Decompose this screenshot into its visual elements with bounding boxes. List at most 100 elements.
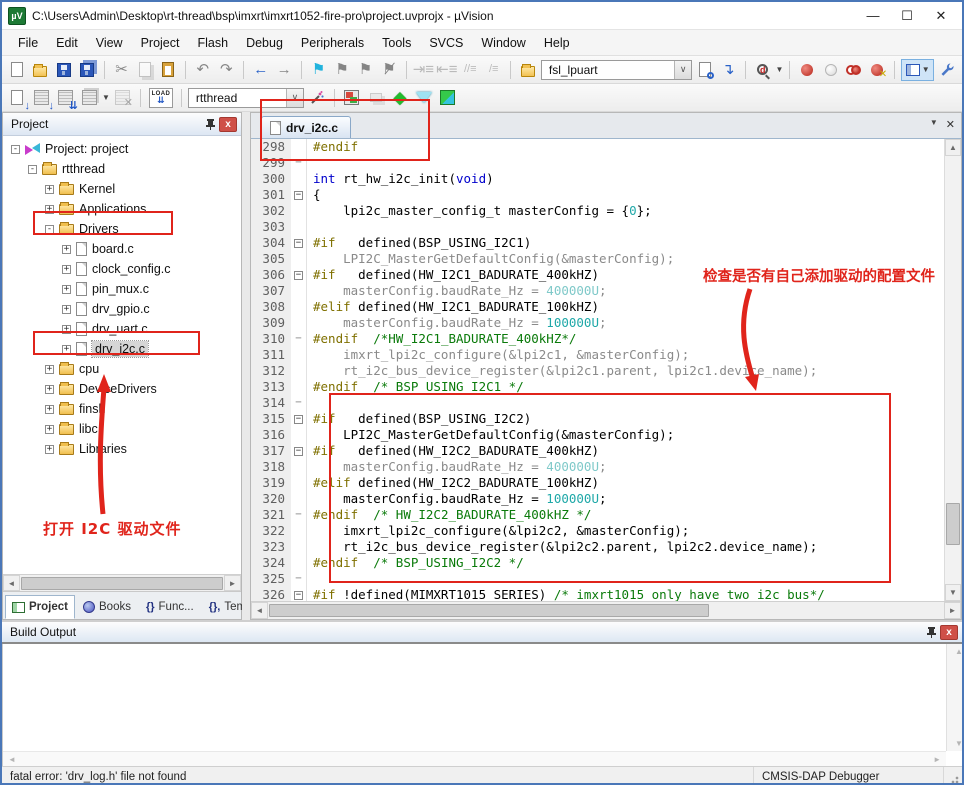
build-output-vertical-scrollbar[interactable]: ▲ ▼	[946, 644, 962, 751]
pack-installer-button[interactable]	[437, 87, 459, 109]
target-options-button[interactable]	[306, 87, 328, 109]
scrollbar-thumb[interactable]	[946, 503, 960, 545]
comment-button[interactable]: //≡	[460, 59, 481, 81]
code-line-298[interactable]: 298#endif	[251, 139, 961, 155]
resize-grip[interactable]	[944, 767, 962, 785]
navigate-forward-button[interactable]: →	[273, 59, 294, 81]
workspace-tab-project[interactable]: Project	[5, 595, 75, 619]
scroll-left-icon[interactable]: ◄	[251, 602, 268, 619]
project-panel-close-button[interactable]: x	[219, 117, 237, 132]
goto-reference-button[interactable]: ↴	[718, 59, 739, 81]
pin-icon[interactable]	[201, 116, 219, 132]
scroll-up-icon[interactable]: ▲	[945, 139, 961, 156]
tree-item-libc[interactable]: +libc	[3, 419, 241, 439]
editor-tab-drv-i2c[interactable]: drv_i2c.c	[261, 116, 351, 138]
workspace-tab-books[interactable]: Books	[76, 595, 138, 619]
menu-item-svcs[interactable]: SVCS	[421, 33, 471, 53]
panel-splitter[interactable]	[242, 112, 250, 620]
fold-collapse-icon[interactable]: −	[291, 267, 307, 283]
code-line-324[interactable]: 324#endif /* BSP_USING_I2C2 */	[251, 555, 961, 571]
navigate-back-button[interactable]: ←	[250, 59, 271, 81]
code-line-323[interactable]: 323 rt_i2c_bus_device_register(&lpi2c2.p…	[251, 539, 961, 555]
code-line-319[interactable]: 319#elif defined(HW_I2C2_BADURATE_100kHZ…	[251, 475, 961, 491]
expand-icon[interactable]: +	[62, 325, 71, 334]
expand-icon[interactable]: +	[62, 265, 71, 274]
outdent-button[interactable]: ⇤≡	[436, 59, 457, 81]
expand-icon[interactable]: +	[45, 365, 54, 374]
configure-wrench-button[interactable]	[936, 59, 957, 81]
build-output-horizontal-scrollbar[interactable]: ◄ ►	[3, 751, 946, 766]
expand-icon[interactable]: +	[45, 425, 54, 434]
stop-build-button[interactable]: ✕	[112, 87, 134, 109]
expand-icon[interactable]: +	[62, 305, 71, 314]
code-line-310[interactable]: 310─#endif /*HW_I2C1_BADURATE_400kHZ*/	[251, 331, 961, 347]
code-line-301[interactable]: 301−{	[251, 187, 961, 203]
tree-item-project-project[interactable]: -Project: project	[3, 139, 241, 159]
tree-item-clock-config-c[interactable]: +clock_config.c	[3, 259, 241, 279]
scroll-left-icon[interactable]: ◄	[3, 575, 20, 591]
copy-button[interactable]	[134, 59, 155, 81]
batch-build-caret[interactable]: ▼	[102, 93, 110, 102]
fold-collapse-icon[interactable]: −	[291, 443, 307, 459]
collapse-icon[interactable]: -	[45, 225, 54, 234]
code-line-321[interactable]: 321─#endif /* HW_I2C2_BADURATE_400kHZ */	[251, 507, 961, 523]
menu-item-debug[interactable]: Debug	[238, 33, 291, 53]
manage-rte-button[interactable]: ◆	[389, 87, 411, 109]
code-line-325[interactable]: 325─	[251, 571, 961, 587]
menu-item-help[interactable]: Help	[536, 33, 578, 53]
menu-item-window[interactable]: Window	[473, 33, 533, 53]
fold-collapse-icon[interactable]: −	[291, 235, 307, 251]
code-line-326[interactable]: 326−#if !defined(MIMXRT1015_SERIES) /* i…	[251, 587, 961, 601]
tree-item-libraries[interactable]: +Libraries	[3, 439, 241, 459]
code-line-306[interactable]: 306−#if defined(HW_I2C1_BADURATE_400kHZ)	[251, 267, 961, 283]
code-line-322[interactable]: 322 imxrt_lpi2c_configure(&lpi2c2, &mast…	[251, 523, 961, 539]
code-line-303[interactable]: 303	[251, 219, 961, 235]
redo-button[interactable]: ↷	[216, 59, 237, 81]
search-combobox[interactable]: fsl_lpuart ∨	[541, 60, 692, 80]
code-line-299[interactable]: 299─	[251, 155, 961, 171]
code-line-320[interactable]: 320 masterConfig.baudRate_Hz = 100000U;	[251, 491, 961, 507]
load-flash-button[interactable]: LOAD⇊	[147, 87, 175, 109]
scroll-right-icon[interactable]: ►	[928, 755, 946, 764]
target-value[interactable]: rtthread	[189, 91, 286, 105]
enable-breakpoint-button[interactable]	[820, 59, 841, 81]
collapse-icon[interactable]: -	[28, 165, 37, 174]
code-editor[interactable]: 298#endif299─300int rt_hw_i2c_init(void)…	[251, 139, 961, 601]
scroll-left-icon[interactable]: ◄	[3, 755, 21, 764]
paste-button[interactable]	[158, 59, 179, 81]
tree-item-pin-mux-c[interactable]: +pin_mux.c	[3, 279, 241, 299]
search-dropdown-button[interactable]: ∨	[674, 61, 691, 79]
scroll-right-icon[interactable]: ►	[224, 575, 241, 591]
pin-icon[interactable]	[922, 624, 940, 640]
scrollbar-thumb[interactable]	[21, 577, 223, 590]
tree-item-applications[interactable]: +Applications	[3, 199, 241, 219]
workspace-tab-func-[interactable]: {}Func...	[139, 595, 201, 619]
minimize-button[interactable]: —	[858, 5, 888, 27]
menu-item-flash[interactable]: Flash	[189, 33, 236, 53]
tree-item-drv-uart-c[interactable]: +drv_uart.c	[3, 319, 241, 339]
tree-item-devicedrivers[interactable]: +DeviceDrivers	[3, 379, 241, 399]
previous-bookmark-button[interactable]: ⚑	[331, 59, 352, 81]
clear-bookmarks-button[interactable]: ⚑̸	[378, 59, 399, 81]
open-file-button[interactable]	[29, 59, 50, 81]
insert-breakpoint-button[interactable]	[796, 59, 817, 81]
expand-icon[interactable]: +	[45, 445, 54, 454]
code-line-305[interactable]: 305 LPI2C_MasterGetDefaultConfig(&master…	[251, 251, 961, 267]
fold-collapse-icon[interactable]: −	[291, 187, 307, 203]
tab-list-dropdown-icon[interactable]: ▼	[930, 118, 938, 131]
code-line-300[interactable]: 300int rt_hw_i2c_init(void)	[251, 171, 961, 187]
menu-item-file[interactable]: File	[10, 33, 46, 53]
expand-icon[interactable]: +	[62, 245, 71, 254]
find-in-files-button[interactable]	[694, 59, 715, 81]
editor-horizontal-scrollbar[interactable]: ◄ ►	[251, 601, 961, 619]
expand-icon[interactable]: +	[45, 205, 54, 214]
find-button[interactable]: d	[752, 59, 773, 81]
tree-item-drv-i2c-c[interactable]: +drv_i2c.c	[3, 339, 241, 359]
code-line-308[interactable]: 308#elif defined(HW_I2C1_BADURATE_100kHZ…	[251, 299, 961, 315]
collapse-icon[interactable]: -	[11, 145, 20, 154]
build-output-close-button[interactable]: x	[940, 625, 958, 640]
fold-collapse-icon[interactable]: −	[291, 411, 307, 427]
rebuild-button[interactable]: ⇊	[54, 87, 76, 109]
target-dropdown-button[interactable]: ∨	[286, 89, 303, 107]
menu-item-tools[interactable]: Tools	[374, 33, 419, 53]
